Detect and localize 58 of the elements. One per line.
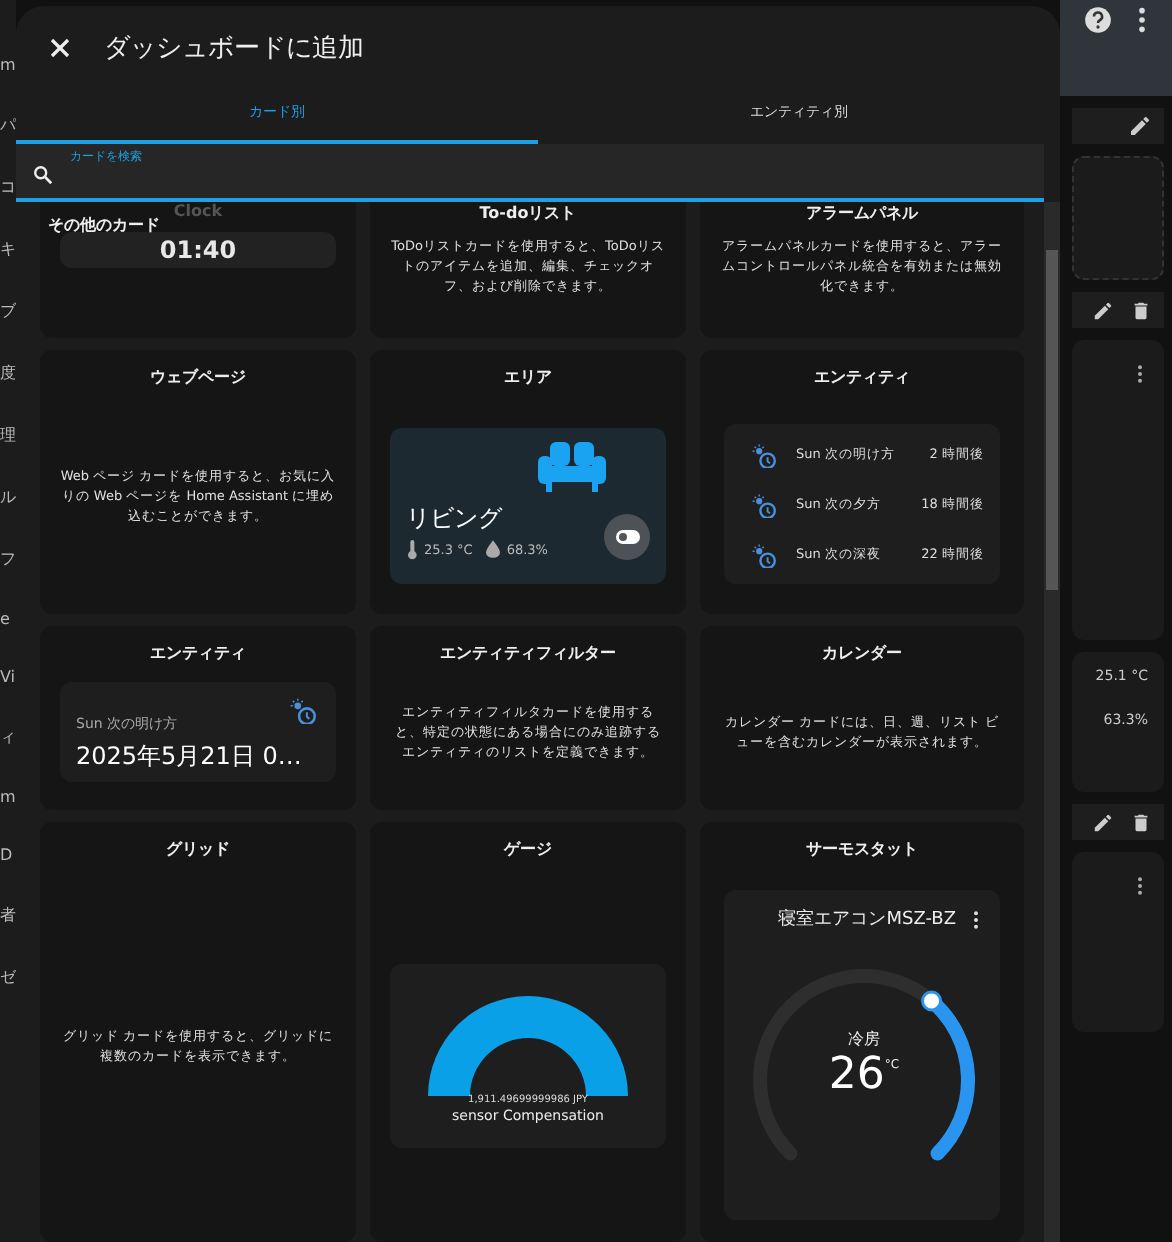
hvac-mode: 冷房 [848,1028,880,1050]
scrollbar-thumb[interactable] [1046,250,1058,590]
sidebar-item[interactable]: フ [0,548,16,570]
sidebar-item[interactable]: パ [0,114,16,136]
sidebar-item[interactable]: 理 [0,424,16,446]
sidebar-item[interactable]: ブ [0,300,16,322]
card-title: アラームパネル [806,202,918,224]
sidebar-item[interactable]: キ [0,238,16,260]
clock-preview: 01:40 [60,232,336,268]
card-title: グリッド [166,838,230,860]
sun-clock-icon [290,697,316,723]
toggle-button[interactable] [604,513,650,559]
card-title: サーモスタット [806,838,918,860]
sidebar-item[interactable]: Vi [0,668,16,686]
card-title: ゲージ [504,838,552,860]
more-vertical-icon [1136,6,1148,34]
pencil-icon [1092,299,1114,321]
sun-clock-icon [752,543,776,567]
water-drop-icon [486,540,501,558]
scrollbar[interactable] [1044,202,1060,1242]
sidebar-item[interactable]: ゼ [0,966,16,988]
area-name: リビング [406,501,502,535]
sidebar-item[interactable]: m [0,56,16,74]
sidebar-item[interactable]: m [0,788,16,806]
sun-clock-icon [752,443,776,467]
more-vertical-icon [1136,364,1144,384]
card-title: Clock [173,202,223,220]
sidebar-item[interactable]: 者 [0,904,16,926]
toggle-icon [615,529,639,543]
card-title: カレンダー [822,642,902,664]
sofa-icon [538,439,606,491]
target-temperature: 26 [828,1050,885,1100]
card-title: エンティティフィルター [440,642,616,664]
sidebar-item[interactable]: ィ [0,726,16,748]
pencil-icon [1128,114,1152,138]
sidebar-item[interactable]: D [0,846,16,864]
sun-clock-icon [752,493,776,517]
sidebar-item[interactable]: ル [0,486,16,508]
card-title: To-doリスト [479,202,577,224]
help-icon [1084,6,1112,34]
sidebar-item[interactable]: e [0,610,16,628]
card-title: ウェブページ [150,366,246,388]
dialog-title: ダッシュボードに追加 [104,32,364,66]
thermometer-icon [406,539,418,559]
section-heading: その他のカード [48,214,160,236]
card-title: エリア [504,366,552,388]
trash-icon [1130,811,1152,833]
sidebar-item[interactable]: 度 [0,362,16,384]
more-vertical-icon [972,909,980,929]
card-background [1072,156,1164,280]
trash-icon [1130,299,1152,321]
card-title: エンティティ [814,366,910,388]
more-vertical-icon [1136,876,1144,896]
pencil-icon [1092,811,1114,833]
card-title: エンティティ [150,642,246,664]
sidebar-item[interactable]: コ [0,176,16,198]
entity-state: 2025年5月21日 0… [76,739,304,773]
thermostat-name: 寝室エアコンMSZ-BZ [778,907,956,932]
